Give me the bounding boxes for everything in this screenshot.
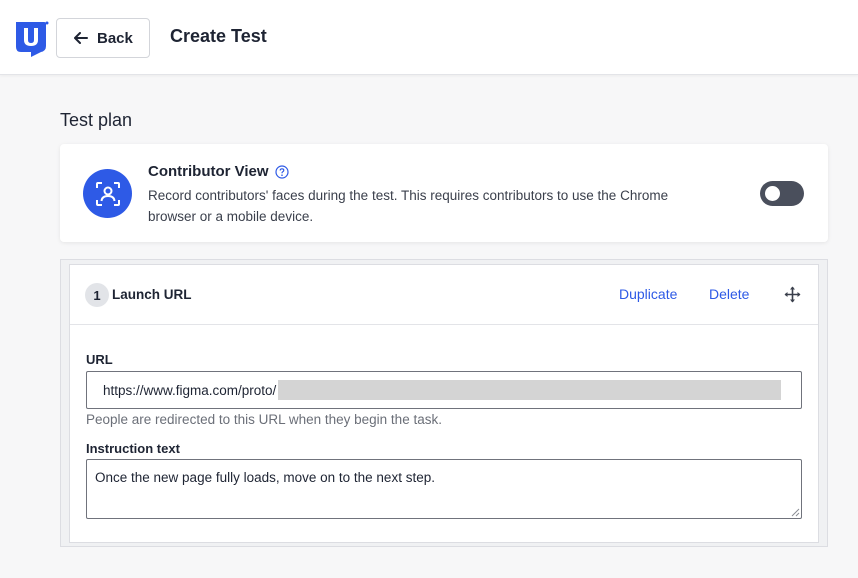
toggle-knob — [765, 186, 780, 201]
launch-url-step-card: 1 Launch URL Duplicate Delete URL https:… — [69, 264, 819, 543]
arrow-left-icon — [74, 32, 88, 44]
url-label: URL — [86, 352, 113, 367]
resize-grip-icon[interactable] — [791, 508, 800, 517]
help-icon[interactable] — [274, 164, 289, 179]
instruction-label: Instruction text — [86, 441, 180, 456]
contributor-face-icon — [83, 169, 132, 218]
step-header: 1 Launch URL Duplicate Delete — [70, 265, 818, 325]
contributor-view-card: Contributor View Record contributors' fa… — [60, 144, 828, 242]
page-title: Create Test — [170, 26, 267, 46]
step-number-badge: 1 — [85, 283, 109, 307]
delete-button[interactable]: Delete — [709, 286, 749, 302]
instruction-textarea[interactable]: Once the new page fully loads, move on t… — [86, 459, 802, 519]
contributor-view-toggle[interactable] — [760, 181, 804, 206]
move-icon[interactable] — [784, 286, 801, 303]
duplicate-button[interactable]: Duplicate — [619, 286, 677, 302]
contributor-view-description: Record contributors' faces during the te… — [148, 188, 669, 224]
contributor-view-title-text: Contributor View — [148, 163, 269, 180]
url-help-text: People are redirected to this URL when t… — [86, 412, 442, 427]
instruction-value: Once the new page fully loads, move on t… — [95, 470, 435, 485]
url-input-value: https://www.figma.com/proto/ — [103, 382, 277, 398]
usertesting-logo-icon[interactable] — [15, 20, 49, 58]
url-redacted-block — [278, 380, 782, 400]
top-bar: Back Create Test — [0, 0, 858, 75]
section-title: Test plan — [60, 110, 133, 130]
back-button[interactable]: Back — [56, 18, 150, 58]
back-button-label: Back — [97, 29, 133, 47]
contributor-view-title: Contributor View — [148, 163, 289, 180]
url-input[interactable]: https://www.figma.com/proto/ — [86, 371, 802, 409]
step-name: Launch URL — [112, 287, 192, 302]
